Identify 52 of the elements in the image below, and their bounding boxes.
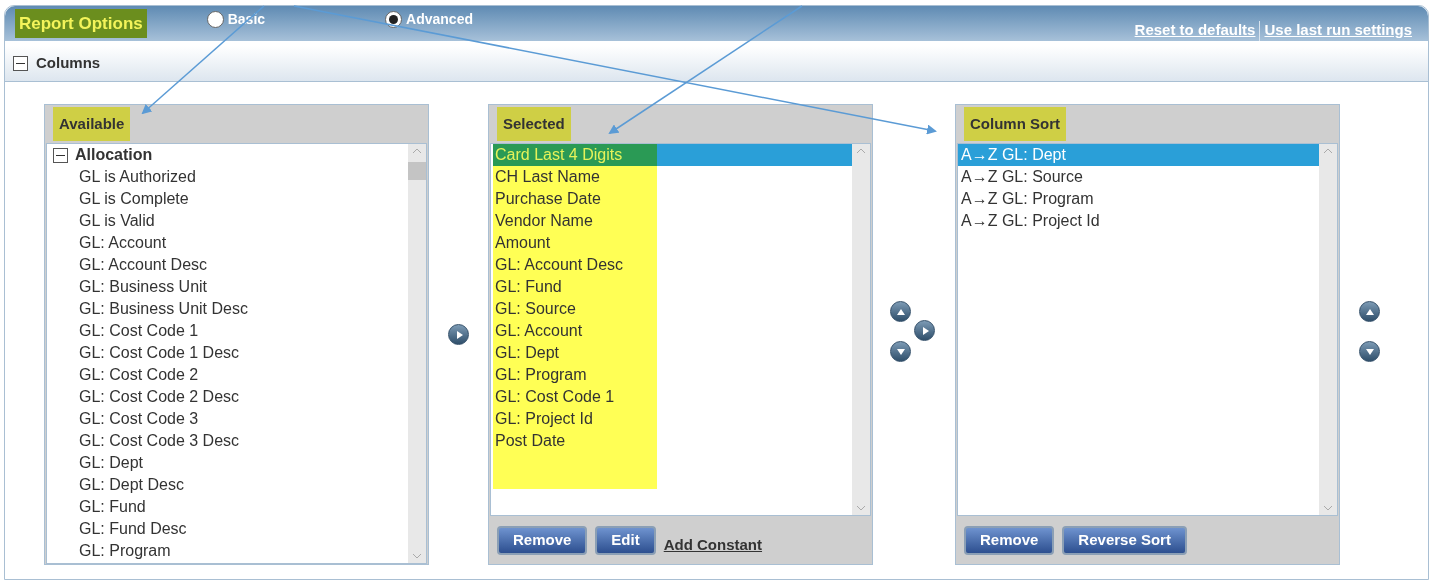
report-options-title: Report Options xyxy=(15,8,147,39)
list-item[interactable]: GL: Fund xyxy=(47,496,146,518)
scrollbar[interactable] xyxy=(408,144,426,563)
move-right-icon[interactable] xyxy=(448,324,469,345)
list-item[interactable]: GL: Business Unit xyxy=(47,276,208,298)
scrollbar[interactable] xyxy=(852,144,870,515)
list-item[interactable]: GL: Fund Desc xyxy=(47,518,187,540)
list-item[interactable]: GL: Business Unit Desc xyxy=(47,298,248,320)
scroll-up-icon[interactable] xyxy=(412,148,422,154)
move-down-icon[interactable] xyxy=(1359,341,1380,362)
list-item[interactable]: GL: Cost Code 1 Desc xyxy=(47,342,240,364)
panel-button[interactable]: Remove xyxy=(497,525,588,555)
panel-title: Selected xyxy=(497,106,571,142)
group-label[interactable]: Allocation xyxy=(75,144,153,167)
list-item[interactable]: GL is Authorized xyxy=(47,166,196,188)
list-item[interactable]: GL: Account xyxy=(47,232,167,254)
list-item[interactable]: GL: Program xyxy=(47,540,171,562)
collapse-icon[interactable] xyxy=(53,147,68,163)
list-item[interactable]: GL is Valid xyxy=(47,210,155,232)
list-box[interactable]: Card Last 4 Digits CH Last Name Purchase Date Vendor Name Amount GL: Account Desc GL: Fund GL: Source GL: Account GL: Dept GL: Program GL: Cost Code 1 GL: Project Id Post Date xyxy=(490,143,871,516)
scrollbar[interactable] xyxy=(1319,144,1337,515)
list-item[interactable]: A→Z GL: Program xyxy=(958,188,1319,210)
scroll-up-icon[interactable] xyxy=(1323,148,1333,154)
section-title: Columns xyxy=(36,53,101,74)
scroll-down-icon[interactable] xyxy=(856,505,866,511)
panel-button[interactable]: Reverse Sort xyxy=(1062,525,1187,555)
list-item[interactable]: GL: Cost Code 2 xyxy=(47,364,199,386)
list-item[interactable]: GL: Cost Code 3 xyxy=(47,408,199,430)
add-constant-link[interactable]: Add Constant xyxy=(663,533,763,557)
panel-button[interactable]: Remove xyxy=(964,525,1055,555)
list-item[interactable]: GL: Cost Code 2 Desc xyxy=(47,386,240,408)
list-item[interactable]: A→Z GL: Project Id xyxy=(958,210,1319,232)
list-item[interactable]: A→Z GL: Source xyxy=(958,166,1319,188)
scrollbar-thumb[interactable] xyxy=(408,162,426,180)
list-box[interactable]: A→Z GL: Dept A→Z GL: Source A→Z GL: Program A→Z GL: Project Id xyxy=(957,143,1338,516)
panel-button[interactable]: Edit xyxy=(595,525,656,555)
list-item[interactable]: GL: Dept xyxy=(47,452,144,474)
scroll-up-icon[interactable] xyxy=(856,148,866,154)
list-item[interactable]: GL: Cost Code 3 Desc xyxy=(47,430,240,452)
move-up-icon[interactable] xyxy=(1359,301,1380,322)
scroll-down-icon[interactable] xyxy=(412,553,422,559)
panel-title: Available xyxy=(53,106,131,142)
panel-title: Column Sort xyxy=(964,106,1066,142)
list-item[interactable]: GL: Dept Desc xyxy=(47,474,184,496)
list-item[interactable]: GL is Complete xyxy=(47,188,189,210)
scroll-down-icon[interactable] xyxy=(1323,505,1333,511)
collapse-icon[interactable] xyxy=(13,56,28,71)
move-right-icon[interactable] xyxy=(914,320,935,341)
list-item[interactable]: GL: Cost Code 1 xyxy=(47,320,199,342)
move-down-icon[interactable] xyxy=(890,341,911,362)
move-up-icon[interactable] xyxy=(890,301,911,322)
list-item[interactable]: GL: Account Desc xyxy=(47,254,208,276)
